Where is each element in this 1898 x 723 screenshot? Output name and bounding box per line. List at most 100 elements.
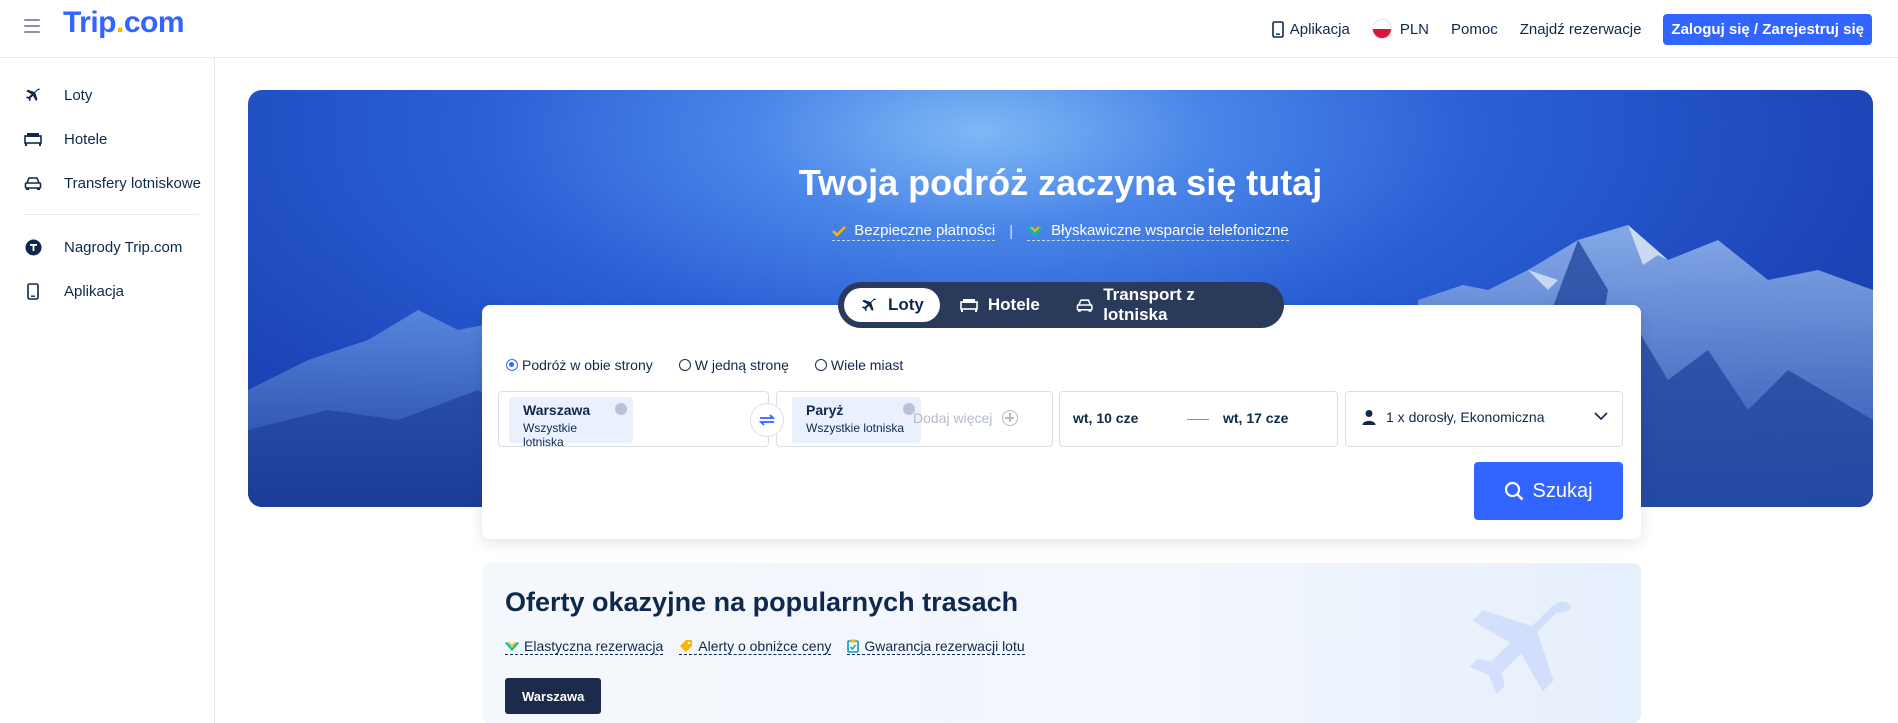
radio-unselected[interactable] <box>678 359 691 371</box>
hero-feature-separator: | <box>1009 223 1014 240</box>
remove-origin-icon[interactable] <box>615 403 627 415</box>
top-nav: Aplikacja PLN Pomoc Znajdź rezerwacje Za… <box>1250 13 1872 45</box>
origin-city: Warszawa <box>523 402 591 418</box>
radio-selected[interactable] <box>506 359 518 371</box>
deals-title: Oferty okazyjne na popularnych trasach <box>505 587 1019 617</box>
swap-icon <box>758 414 776 426</box>
passengers-summary: 1 x dorosły, Ekonomiczna <box>1362 409 1544 425</box>
sidebar-item-rewards[interactable]: Nagrody Trip.com <box>24 238 182 256</box>
sidebar-item-hotels[interactable]: Hotele <box>24 130 107 148</box>
plane-decoration-icon <box>1469 601 1572 695</box>
deals-section: Oferty okazyjne na popularnych trasach E… <box>482 563 1641 723</box>
phone-icon <box>24 282 42 300</box>
sidebar-item-flights[interactable]: Loty <box>24 86 92 104</box>
tab-hotels[interactable]: Hotele <box>944 288 1056 322</box>
sidebar-item-app[interactable]: Aplikacja <box>24 282 124 300</box>
tab-flights[interactable]: Loty <box>844 288 940 322</box>
trip-type-label: Podróż w obie strony <box>522 357 653 373</box>
add-more-label: Dodaj więcej <box>913 410 993 426</box>
logo-tld: com <box>123 6 185 39</box>
sidebar-item-label: Transfery lotniskowe <box>64 174 201 192</box>
deal-feature-flexible[interactable]: Elastyczna rezerwacja <box>505 638 664 655</box>
search-icon <box>1505 481 1524 501</box>
find-booking-label: Znajdź rezerwacje <box>1519 20 1642 38</box>
help-link[interactable]: Pomoc <box>1451 21 1498 38</box>
price-tag-icon <box>680 640 693 652</box>
plane-icon <box>861 298 876 312</box>
hero-feature-support[interactable]: Błyskawiczne wsparcie telefoniczne <box>1027 222 1289 241</box>
car-icon <box>24 174 42 192</box>
hero-feature-label: Błyskawiczne wsparcie telefoniczne <box>1051 222 1289 239</box>
sidebar: Loty Hotele Transfery lotniskowe Nagrody… <box>0 58 215 723</box>
sidebar-item-label: Nagrody Trip.com <box>64 238 183 256</box>
dates-field[interactable]: wt, 10 cze wt, 17 cze <box>1059 391 1338 447</box>
hero-title: Twoja podróż zaczyna się tutaj <box>798 162 1323 203</box>
trip-type-round[interactable]: Podróż w obie strony <box>506 357 653 373</box>
radio-unselected[interactable] <box>814 359 827 371</box>
sidebar-item-label: Hotele <box>64 130 108 148</box>
depart-date[interactable]: wt, 10 cze <box>1073 410 1138 426</box>
trip-type-oneway[interactable]: W jedną stronę <box>678 357 789 373</box>
destination-city: Paryż <box>806 402 844 418</box>
return-date[interactable]: wt, 17 cze <box>1223 410 1288 426</box>
origin-chip[interactable]: Warszawa Wszystkie lotniska <box>509 397 633 449</box>
bed-icon <box>960 299 978 312</box>
help-label: Pomoc <box>1451 20 1498 38</box>
deals-features: Elastyczna rezerwacja Alerty o obniżce c… <box>505 638 1041 655</box>
sidebar-item-label: Loty <box>64 86 93 104</box>
plus-icon <box>1002 410 1019 426</box>
logo-main: Trip <box>63 6 117 39</box>
hero-feature-label: Bezpieczne płatności <box>854 222 996 239</box>
trip-type-multicity[interactable]: Wiele miast <box>814 357 904 373</box>
trip-logo[interactable]: Trip.com <box>63 6 185 40</box>
check-shield-icon <box>832 225 847 237</box>
trip-type-label: Wiele miast <box>830 357 904 373</box>
currency-selector[interactable]: PLN <box>1371 19 1430 39</box>
hero-feature-payments[interactable]: Bezpieczne płatności <box>832 222 996 241</box>
check-badge-icon <box>1027 225 1044 237</box>
swap-cities-button[interactable] <box>750 403 784 437</box>
currency-label: PLN <box>1399 20 1430 38</box>
deal-feature-label: Gwarancja rezerwacji lotu <box>864 638 1025 654</box>
hero-features: Bezpieczne płatności | Błyskawiczne wspa… <box>248 222 1873 241</box>
guarantee-icon <box>847 639 860 653</box>
car-icon <box>1076 299 1093 312</box>
product-tabs: Loty Hotele Transport z lotniska <box>838 282 1284 328</box>
sidebar-item-label: Aplikacja <box>64 282 125 300</box>
app-link-label: Aplikacja <box>1289 20 1350 38</box>
passengers-field[interactable]: 1 x dorosły, Ekonomiczna <box>1345 391 1623 447</box>
top-bar: Trip.com Aplikacja PLN Pomoc Znajdź reze… <box>0 0 1898 58</box>
flight-search-card: Podróż w obie strony W jedną stronę Wiel… <box>482 305 1641 539</box>
deal-feature-price-alert[interactable]: Alerty o obniżce ceny <box>679 638 832 655</box>
phone-icon <box>1271 20 1284 38</box>
deal-feature-label: Alerty o obniżce ceny <box>698 638 832 654</box>
destination-field[interactable]: Paryż Wszystkie lotniska Dodaj więcej <box>776 391 1053 447</box>
bed-icon <box>24 130 42 148</box>
person-icon <box>1362 410 1376 425</box>
chevron-down-icon <box>1594 412 1608 421</box>
origin-city-button[interactable]: Warszawa <box>505 678 602 714</box>
login-button[interactable]: Zaloguj się / Zarejestruj się <box>1663 13 1872 45</box>
origin-field[interactable]: Warszawa Wszystkie lotniska <box>498 391 769 449</box>
menu-icon[interactable] <box>24 19 40 33</box>
search-button-label: Szukaj <box>1532 479 1593 502</box>
passengers-label: 1 x dorosły, Ekonomiczna <box>1386 409 1545 425</box>
trip-type-label: W jedną stronę <box>694 357 789 373</box>
tab-label: Loty <box>888 295 924 314</box>
check-badge-icon <box>505 641 519 652</box>
origin-airports: Wszystkie lotniska <box>523 421 577 449</box>
search-button[interactable]: Szukaj <box>1474 462 1623 520</box>
tab-airport-transport[interactable]: Transport z lotniska <box>1060 285 1274 324</box>
trip-rewards-icon <box>24 238 42 256</box>
deal-feature-guarantee[interactable]: Gwarancja rezerwacji lotu <box>847 638 1025 655</box>
sidebar-divider <box>24 214 199 215</box>
add-more-destination[interactable]: Dodaj więcej <box>913 410 1019 426</box>
tab-label: Transport z lotniska <box>1103 285 1195 324</box>
destination-chip[interactable]: Paryż Wszystkie lotniska <box>792 397 921 443</box>
sidebar-item-transfers[interactable]: Transfery lotniskowe <box>24 174 201 192</box>
tab-label: Hotele <box>987 295 1040 314</box>
find-booking-link[interactable]: Znajdź rezerwacje <box>1520 21 1642 38</box>
app-link[interactable]: Aplikacja <box>1271 20 1350 38</box>
trip-type-selector: Podróż w obie strony W jedną stronę Wiel… <box>506 357 929 373</box>
deal-feature-label: Elastyczna rezerwacja <box>524 638 664 654</box>
